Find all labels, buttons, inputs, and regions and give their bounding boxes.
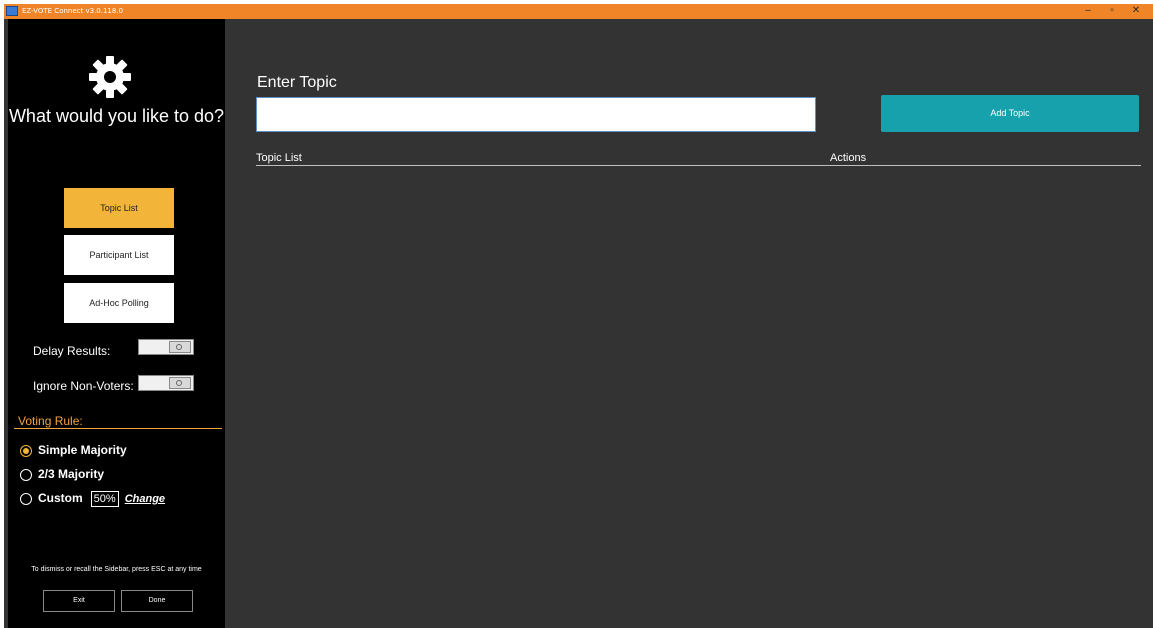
actions-column-header: Actions [830, 152, 867, 164]
radio-checked-icon[interactable] [20, 444, 32, 457]
delay-results-toggle[interactable] [138, 339, 194, 355]
voting-rule-title: Voting Rule: [18, 414, 83, 428]
voting-rule-divider [14, 428, 222, 429]
custom-percentage-value: 50% [90, 491, 119, 507]
restore-button[interactable]: ▫ [1101, 4, 1123, 19]
custom-majority-label: Custom [38, 491, 83, 505]
two-thirds-majority-label: 2/3 Majority [38, 467, 105, 481]
custom-majority-option[interactable]: Custom 50% Change [20, 490, 165, 507]
topic-input[interactable] [256, 97, 816, 132]
toggle-knob [169, 377, 191, 389]
radio-unchecked-icon[interactable] [20, 492, 32, 505]
table-header-divider [256, 165, 1141, 166]
two-thirds-majority-option[interactable]: 2/3 Majority [20, 466, 104, 482]
close-button[interactable]: ✕ [1125, 4, 1147, 19]
simple-majority-label: Simple Majority [38, 443, 127, 457]
delay-results-label: Delay Results: [33, 344, 111, 358]
exit-button[interactable]: Exit [43, 590, 115, 612]
ignore-non-voters-toggle[interactable] [138, 375, 194, 391]
topic-list-column-header: Topic List [256, 152, 302, 164]
page-title: Enter Topic [257, 74, 337, 91]
radio-unchecked-icon[interactable] [20, 468, 32, 481]
minimize-button[interactable]: – [1077, 4, 1099, 19]
change-percentage-link[interactable]: Change [125, 493, 165, 505]
simple-majority-option[interactable]: Simple Majority [20, 442, 127, 458]
window-title: EZ-VOTE Connect v3.0.118.0 [22, 7, 124, 15]
app-window: EZ-VOTE Connect v3.0.118.0 – ▫ ✕ What wo… [4, 4, 1153, 628]
sidebar: What would you like to do? Topic List Pa… [8, 19, 225, 628]
done-button[interactable]: Done [121, 590, 193, 612]
participant-list-button[interactable]: Participant List [64, 235, 174, 275]
sidebar-hint: To dismiss or recall the Sidebar, press … [31, 566, 202, 573]
title-bar: EZ-VOTE Connect v3.0.118.0 – ▫ ✕ [4, 4, 1153, 19]
app-icon [6, 6, 18, 16]
adhoc-polling-button[interactable]: Ad-Hoc Polling [64, 283, 174, 323]
ignore-non-voters-label: Ignore Non-Voters: [33, 379, 134, 393]
topic-list-button[interactable]: Topic List [64, 188, 174, 228]
add-topic-button[interactable]: Add Topic [881, 95, 1139, 132]
sidebar-prompt: What would you like to do? [8, 106, 225, 126]
gear-icon [89, 56, 131, 98]
toggle-knob [169, 341, 191, 353]
